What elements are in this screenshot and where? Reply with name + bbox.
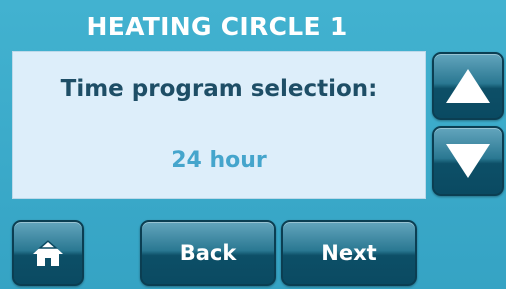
arrow-down-icon bbox=[446, 144, 490, 178]
thermostat-screen: HEATING CIRCLE 1 Time program selection:… bbox=[0, 0, 506, 289]
back-button[interactable]: Back bbox=[140, 220, 276, 286]
selection-prompt: Time program selection: bbox=[60, 76, 378, 102]
next-button[interactable]: Next bbox=[281, 220, 417, 286]
selection-panel: Time program selection: 24 hour bbox=[12, 51, 426, 199]
home-icon bbox=[33, 240, 63, 266]
scroll-down-button[interactable] bbox=[432, 126, 504, 196]
arrow-up-icon bbox=[446, 69, 490, 103]
page-title: HEATING CIRCLE 1 bbox=[86, 12, 348, 41]
home-button[interactable] bbox=[12, 220, 84, 286]
selected-value: 24 hour bbox=[171, 148, 267, 173]
scroll-up-button[interactable] bbox=[432, 52, 504, 120]
